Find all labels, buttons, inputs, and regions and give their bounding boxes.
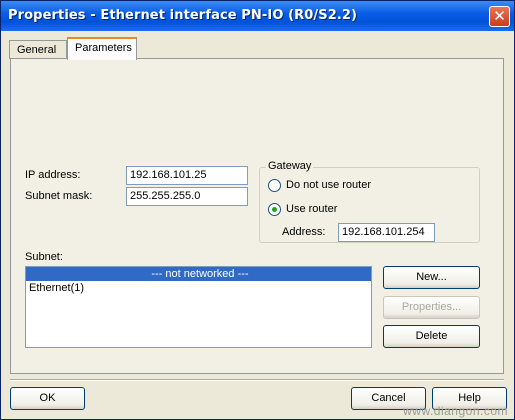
window-title: Properties - Ethernet interface PN-IO (R… xyxy=(8,8,358,23)
tab-parameters[interactable]: Parameters xyxy=(67,37,137,60)
ip-address-label: IP address: xyxy=(25,169,81,181)
subnet-label: Subnet: xyxy=(25,251,63,263)
no-router-label[interactable]: Do not use router xyxy=(286,179,371,191)
subnet-mask-label: Subnet mask: xyxy=(25,190,93,202)
use-router-label[interactable]: Use router xyxy=(286,203,337,215)
gateway-address-label: Address: xyxy=(282,226,326,238)
use-router-radio[interactable] xyxy=(268,203,281,216)
gateway-address-input[interactable]: 192.168.101.254 xyxy=(338,223,435,242)
list-item[interactable]: Ethernet(1) xyxy=(26,281,371,295)
gateway-title: Gateway xyxy=(266,160,314,172)
new-button[interactable]: New... xyxy=(383,266,480,289)
delete-button[interactable]: Delete xyxy=(383,325,480,348)
close-icon[interactable]: ✕ xyxy=(489,6,510,27)
list-item[interactable]: --- not networked --- xyxy=(26,267,371,281)
tab-general[interactable]: General xyxy=(9,40,67,59)
watermark: www.diangon.com xyxy=(403,404,508,418)
title-bar[interactable]: Properties - Ethernet interface PN-IO (R… xyxy=(1,1,514,31)
properties-dialog: Properties - Ethernet interface PN-IO (R… xyxy=(0,0,515,420)
properties-button[interactable]: Properties... xyxy=(383,296,480,319)
subnet-mask-input[interactable]: 255.255.255.0 xyxy=(126,187,248,206)
parameters-panel: IP address: 192.168.101.25 Subnet mask: … xyxy=(10,58,504,374)
no-router-radio[interactable] xyxy=(268,179,281,192)
gateway-group: Gateway Do not use router Use router Add… xyxy=(259,160,480,243)
ip-address-input[interactable]: 192.168.101.25 xyxy=(126,166,248,185)
footer-separator xyxy=(10,379,504,381)
subnet-list[interactable]: --- not networked --- Ethernet(1) xyxy=(25,266,372,348)
ok-button[interactable]: OK xyxy=(10,387,85,410)
